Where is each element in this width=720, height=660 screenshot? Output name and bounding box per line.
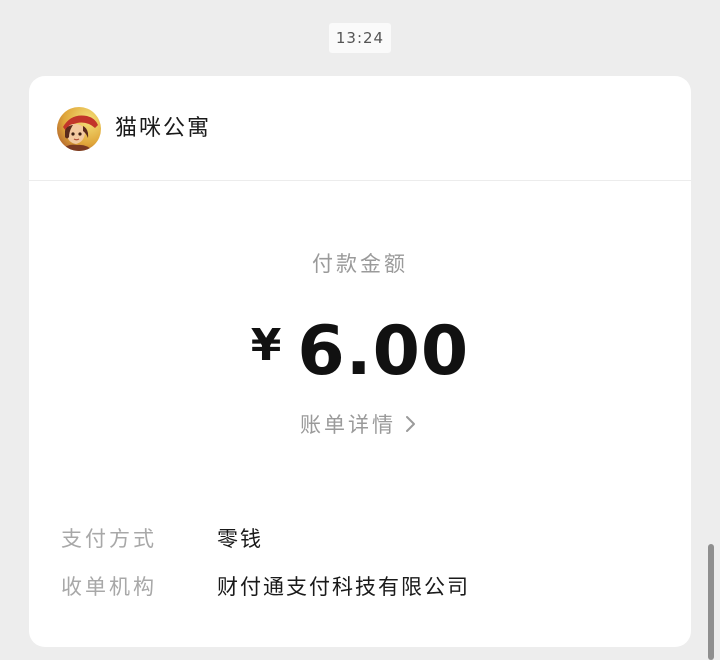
message-timestamp: 13:24 <box>329 23 391 53</box>
acquirer-value: 财付通支付科技有限公司 <box>217 575 470 599</box>
acquirer-row: 收单机构 财付通支付科技有限公司 <box>61 571 470 601</box>
chevron-right-icon <box>406 416 415 432</box>
payment-method-value: 零钱 <box>217 527 263 551</box>
bill-details-label: 账单详情 <box>300 413 396 437</box>
bill-details-link[interactable]: 账单详情 <box>29 409 691 439</box>
merchant-header[interactable]: 猫咪公寓 <box>29 76 691 181</box>
currency-symbol: ¥ <box>250 320 282 371</box>
avatar-cartoon-girl-icon <box>57 107 101 151</box>
payment-method-row: 支付方式 零钱 <box>61 523 263 553</box>
amount-label: 付款金额 <box>312 252 408 276</box>
acquirer-label: 收单机构 <box>61 575 157 599</box>
amount-value: 6.00 <box>297 312 470 391</box>
merchant-name[interactable]: 猫咪公寓 <box>115 110 211 148</box>
payment-amount: ¥6.00 <box>29 306 691 409</box>
merchant-avatar[interactable] <box>57 107 101 151</box>
payment-method-label: 支付方式 <box>61 527 157 551</box>
scrollbar[interactable] <box>708 544 714 660</box>
payment-notification-card[interactable]: 猫咪公寓 付款金额 ¥6.00 账单详情 支付方式 零钱 收单机构 财付通支付科… <box>29 76 691 647</box>
